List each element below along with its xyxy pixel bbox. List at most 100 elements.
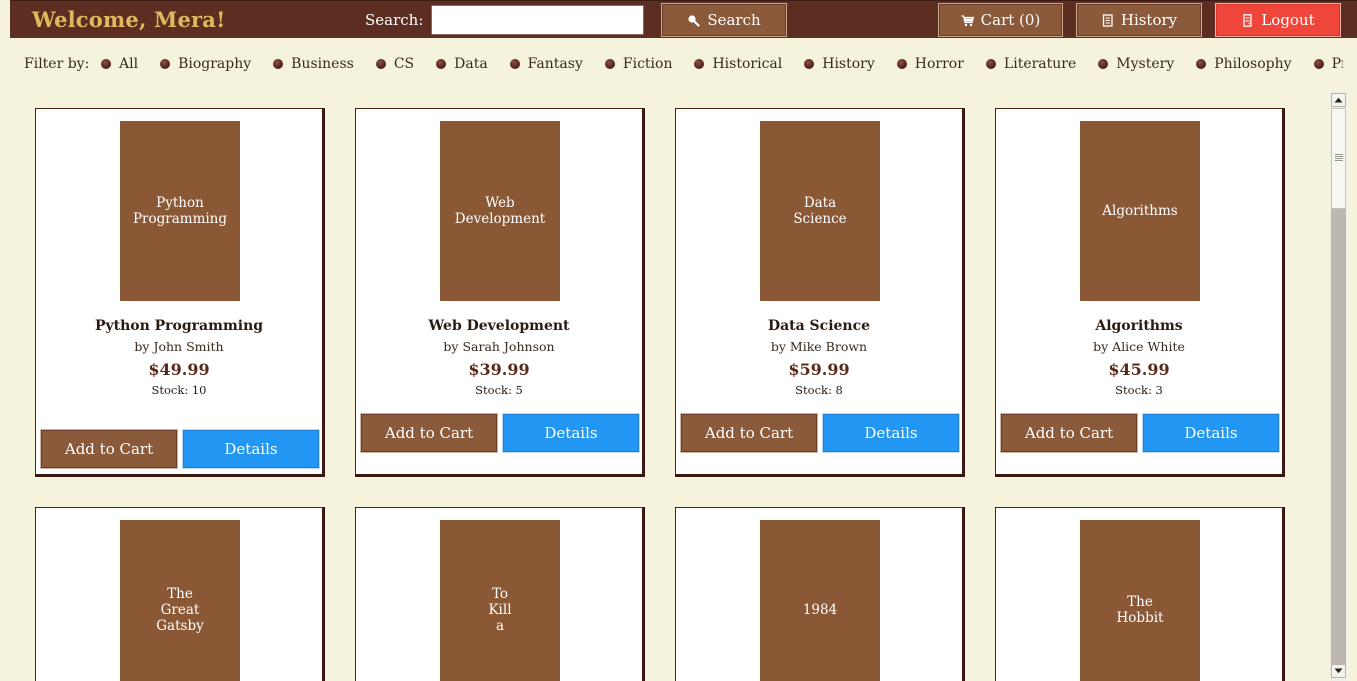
filter-biography[interactable]: Biography	[160, 56, 251, 72]
details-button[interactable]: Details	[1142, 413, 1280, 453]
filter-label-text: Programming	[1331, 56, 1343, 72]
scroll-up-arrow-icon[interactable]	[1331, 93, 1346, 107]
filter-fantasy[interactable]: Fantasy	[509, 56, 583, 72]
book-cover-text: Web Development	[454, 195, 546, 227]
book-author: by Mike Brown	[770, 339, 868, 354]
book-cover-text: To Kill a	[488, 586, 512, 634]
book-stock: Stock: 10	[151, 383, 207, 397]
details-button[interactable]: Details	[822, 413, 960, 453]
book-cover[interactable]: Web Development	[440, 121, 560, 301]
bullet-icon	[604, 59, 615, 69]
filter-label-text: Horror	[914, 56, 964, 72]
book-cover[interactable]: 1984	[760, 520, 880, 681]
book-price: $45.99	[1108, 360, 1170, 379]
logout-button-label: Logout	[1261, 11, 1315, 29]
book-grid: Python Programming Python Programming by…	[0, 0, 1330, 681]
filter-label-text: Philosophy	[1214, 56, 1292, 72]
filter-label-text: History	[822, 56, 875, 72]
book-title: Algorithms	[1095, 318, 1183, 334]
bullet-icon	[985, 59, 996, 69]
filter-label-text: Historical	[712, 56, 783, 72]
book-title: Python Programming	[94, 318, 264, 334]
scrollbar-thumb[interactable]	[1331, 108, 1346, 209]
book-stock: Stock: 3	[1115, 383, 1163, 397]
bullet-icon	[694, 59, 705, 69]
bullet-icon	[1196, 59, 1207, 69]
book-card: To Kill a	[355, 507, 645, 681]
book-stock: Stock: 5	[475, 383, 523, 397]
book-card: 1984	[675, 507, 965, 681]
book-cover-text: 1984	[802, 602, 838, 618]
book-author: by Alice White	[1093, 339, 1185, 354]
book-price: $49.99	[148, 360, 210, 379]
search-icon	[687, 14, 700, 27]
book-card: Algorithms Algorithms by Alice White $45…	[995, 108, 1285, 477]
search-button[interactable]: Search	[661, 3, 787, 37]
top-header: Welcome, Mera! Search: Search Cart (0) H…	[10, 0, 1357, 38]
book-stock: Stock: 8	[795, 383, 843, 397]
book-title: Data Science	[767, 318, 871, 334]
cart-icon	[961, 14, 974, 27]
filter-data[interactable]: Data	[436, 56, 488, 72]
book-cover[interactable]: The Great Gatsby	[120, 520, 240, 681]
book-card: Python Programming Python Programming by…	[35, 108, 325, 477]
book-card: The Great Gatsby	[35, 507, 325, 681]
book-cover-text: Algorithms	[1102, 203, 1178, 219]
details-button[interactable]: Details	[182, 429, 320, 469]
book-cover[interactable]: Python Programming	[120, 121, 240, 301]
filter-programming[interactable]: Programming	[1313, 56, 1343, 72]
cart-button-label: Cart (0)	[980, 11, 1041, 29]
filter-historical[interactable]: Historical	[694, 56, 782, 72]
filter-label-text: All	[119, 56, 139, 72]
bullet-icon	[375, 59, 386, 69]
filter-label-text: Mystery	[1116, 56, 1175, 72]
book-cover[interactable]: To Kill a	[440, 520, 560, 681]
filter-fiction[interactable]: Fiction	[604, 56, 673, 72]
book-card: The Hobbit	[995, 507, 1285, 681]
book-cover[interactable]: Data Science	[760, 121, 880, 301]
scroll-down-arrow-icon[interactable]	[1331, 664, 1346, 678]
add-to-cart-button[interactable]: Add to Cart	[1000, 413, 1138, 453]
book-price: $59.99	[788, 360, 850, 379]
filter-literature[interactable]: Literature	[985, 56, 1077, 72]
book-price: $39.99	[468, 360, 530, 379]
filter-list: All Biography Business CS Data Fantasy F…	[101, 56, 1343, 72]
bullet-icon	[273, 59, 284, 69]
book-cover[interactable]: Algorithms	[1080, 121, 1200, 301]
logout-button[interactable]: Logout	[1215, 3, 1341, 37]
bullet-icon	[896, 59, 907, 69]
details-button[interactable]: Details	[502, 413, 640, 453]
filter-label-text: Fiction	[622, 56, 673, 72]
grip-icon	[1335, 154, 1343, 161]
book-cover-text: Python Programming	[132, 195, 228, 227]
search-label: Search:	[365, 11, 424, 29]
book-author: by Sarah Johnson	[443, 339, 555, 354]
scroll-icon	[1101, 13, 1114, 27]
bullet-icon	[436, 59, 447, 69]
filter-mystery[interactable]: Mystery	[1098, 56, 1174, 72]
filter-label: Filter by:	[24, 56, 90, 72]
filter-business[interactable]: Business	[273, 56, 354, 72]
filter-philosophy[interactable]: Philosophy	[1196, 56, 1292, 72]
search-button-label: Search	[707, 11, 761, 29]
bullet-icon	[160, 59, 171, 69]
filter-cs[interactable]: CS	[375, 56, 414, 72]
filter-all[interactable]: All	[101, 56, 138, 72]
bullet-icon	[509, 59, 520, 69]
add-to-cart-button[interactable]: Add to Cart	[40, 429, 178, 469]
vertical-scrollbar[interactable]	[1330, 92, 1347, 681]
history-button-label: History	[1120, 11, 1178, 29]
add-to-cart-button[interactable]: Add to Cart	[360, 413, 498, 453]
filter-label-text: Literature	[1003, 56, 1077, 72]
add-to-cart-button[interactable]: Add to Cart	[680, 413, 818, 453]
filter-label-text: Biography	[178, 56, 252, 72]
filter-history[interactable]: History	[804, 56, 875, 72]
search-input[interactable]	[431, 5, 644, 35]
bullet-icon	[1313, 59, 1324, 69]
book-card: Data Science Data Science by Mike Brown …	[675, 108, 965, 477]
book-cover-text: The Great Gatsby	[156, 586, 204, 634]
cart-button[interactable]: Cart (0)	[938, 3, 1063, 37]
filter-horror[interactable]: Horror	[896, 56, 964, 72]
history-button[interactable]: History	[1076, 3, 1202, 37]
book-cover[interactable]: The Hobbit	[1080, 520, 1200, 681]
